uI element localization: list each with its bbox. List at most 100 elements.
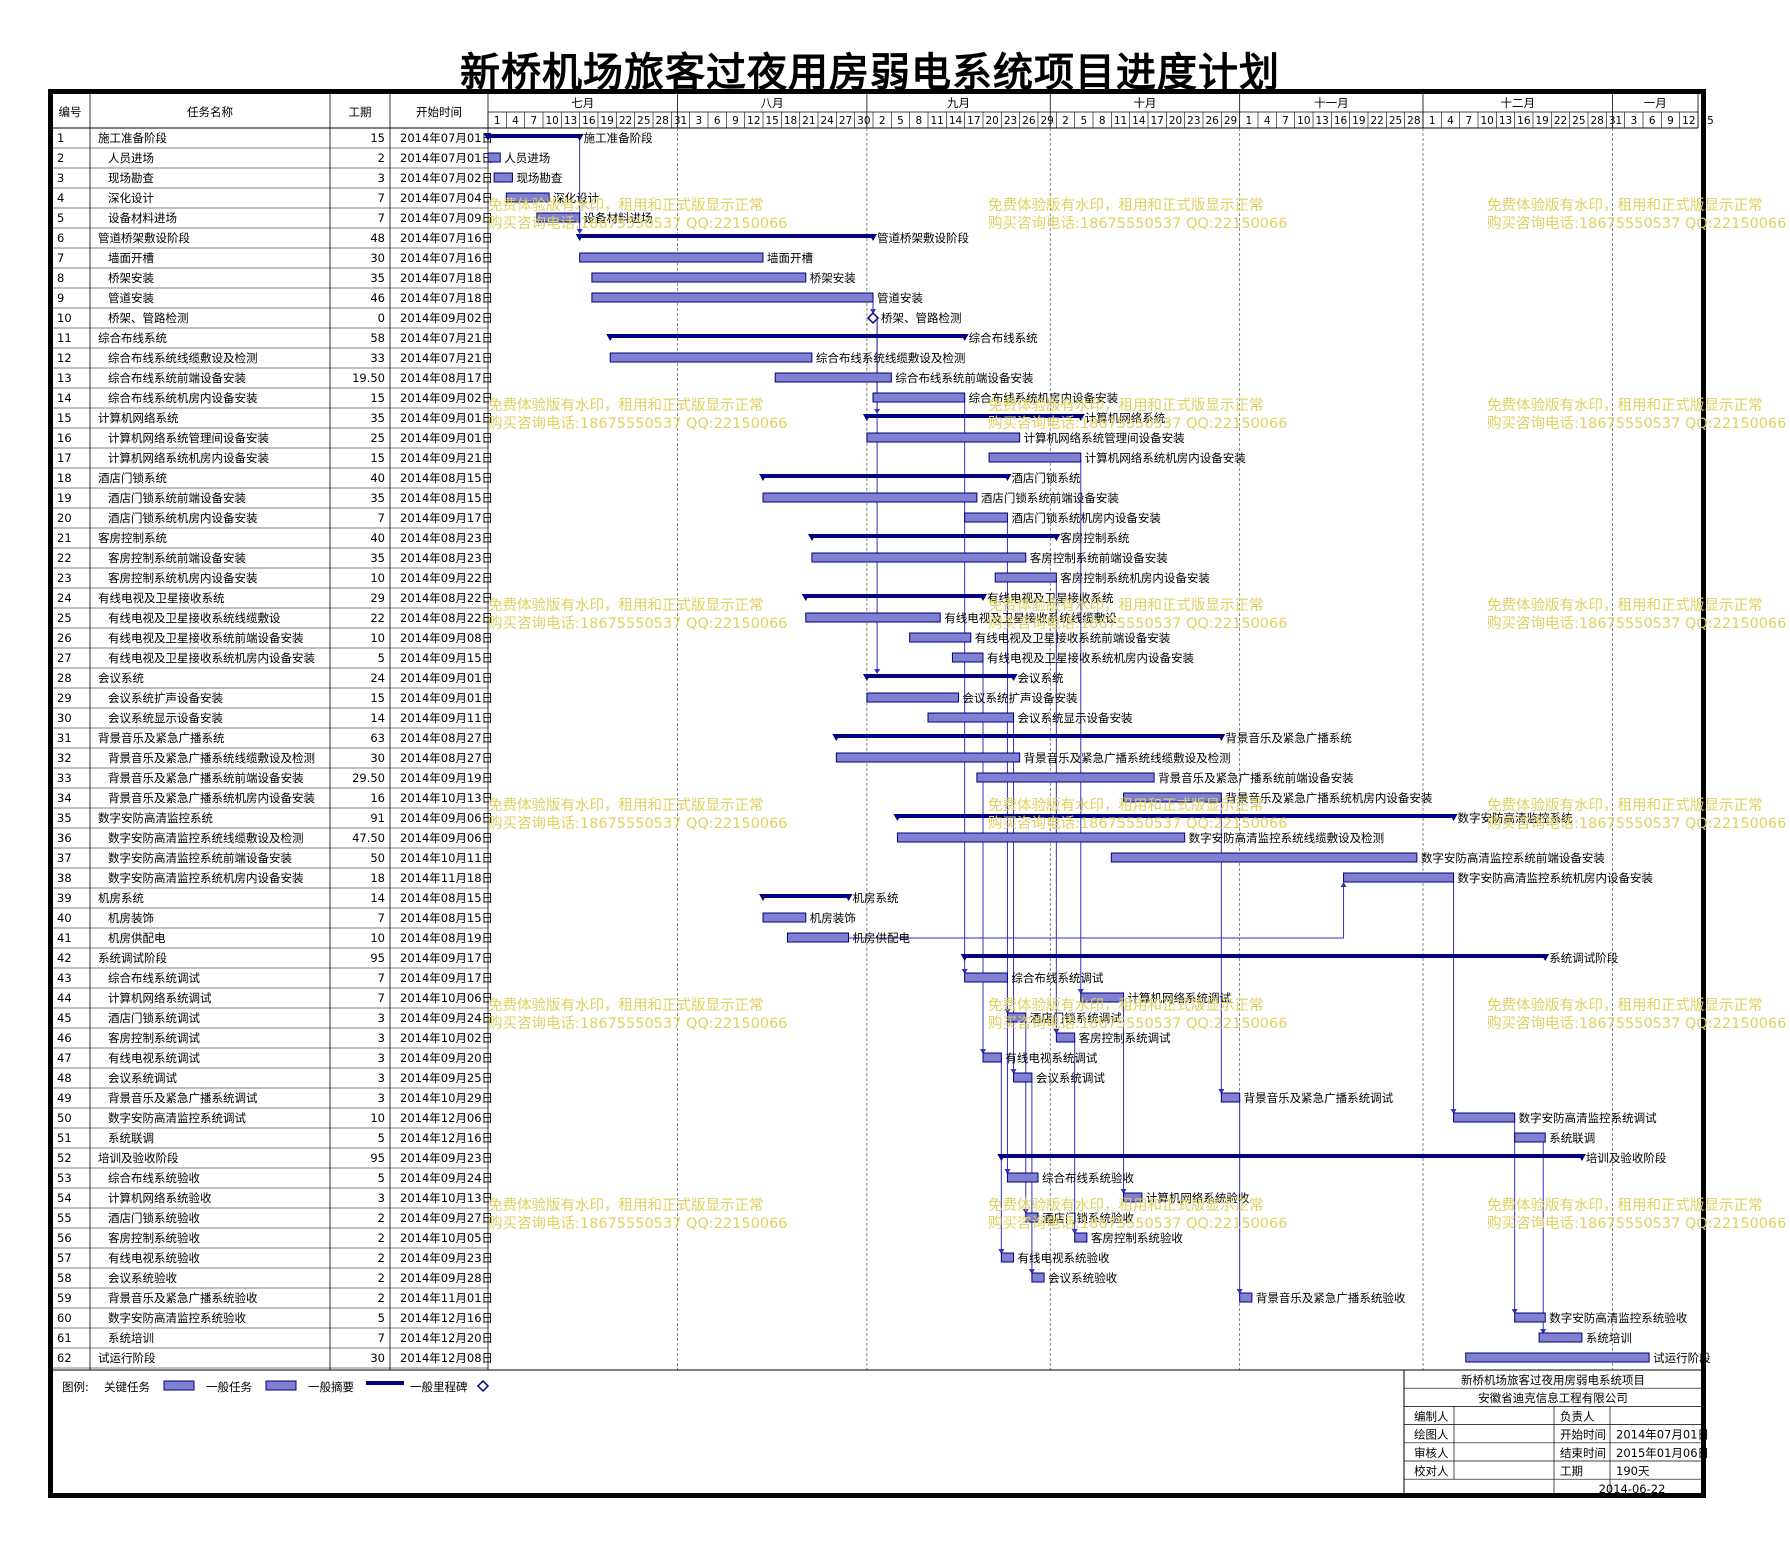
row-name: 客房控制系统前端设备安装 [108,551,246,565]
row-duration: 35 [370,491,385,505]
task-bar [1220,1092,1241,1103]
day-label: 1 [1245,115,1252,127]
day-label: 21 [802,115,815,127]
row-duration: 18 [370,871,385,885]
row-id: 18 [57,471,72,485]
row-id: 50 [57,1111,72,1125]
row-start: 2014年10月11日 [400,851,493,865]
row-duration: 35 [370,411,385,425]
row-name: 管道桥架敷设阶段 [98,231,190,245]
row-id: 62 [57,1351,72,1365]
day-label: 8 [915,115,922,127]
row-id: 3 [57,171,64,185]
row-start: 2014年07月04日 [400,191,493,205]
row-id: 16 [57,431,72,445]
bar-label: 会议系统调试 [1036,1071,1105,1085]
legend-summary-swatch [366,1381,404,1385]
task-bar [1343,872,1455,883]
watermark-line1: 免费体验版有水印，租用和正式版显示正常 [988,197,1264,214]
info-label: 负责人 [1560,1409,1595,1423]
bar-label: 有线电视及卫星接收系统机房内设备安装 [987,651,1194,665]
row-start: 2014年07月18日 [400,271,493,285]
day-label: 27 [839,115,852,127]
row-duration: 48 [370,231,385,245]
day-label: 15 [1700,115,1713,127]
task-bar [591,292,874,303]
row-id: 45 [57,1011,72,1025]
info-label: 绘图人 [1414,1428,1449,1442]
row-start: 2014年09月23日 [400,1151,493,1165]
header-id: 编号 [59,105,82,119]
bar-label: 会议系统验收 [1048,1271,1117,1285]
row-duration: 30 [370,751,385,765]
row-start: 2014年10月05日 [400,1231,493,1245]
watermark-line2: 购买咨询电话:18675550537 QQ:22150066 [488,1015,788,1032]
row-start: 2014年07月01日 [400,151,493,165]
row-name: 背景音乐及紧急广播系统调试 [108,1091,258,1105]
row-duration: 5 [378,651,385,665]
row-name: 客房控制系统 [98,531,167,545]
bar-label: 背景音乐及紧急广播系统前端设备安装 [1158,771,1354,785]
row-duration: 14 [370,891,385,905]
row-name: 系统调试阶段 [98,951,167,965]
row-id: 22 [57,551,72,565]
row-start: 2014年07月09日 [400,211,493,225]
row-name: 背景音乐及紧急广播系统验收 [108,1291,258,1305]
row-id: 9 [57,291,64,305]
day-label: 4 [1447,115,1454,127]
row-start: 2014年09月19日 [400,771,493,785]
task-bar [1514,1312,1546,1323]
bar-label: 客房控制系统前端设备安装 [1030,551,1168,565]
row-duration: 15 [370,391,385,405]
info-label: 开始时间 [1560,1428,1606,1442]
info-label: 结束时间 [1560,1446,1606,1460]
watermark-line2: 购买咨询电话:18675550537 QQ:22150066 [488,215,788,232]
row-name: 计算机网络系统验收 [108,1191,212,1205]
bar-label: 数字安防高清监控系统线缆敷设及检测 [1189,831,1385,845]
row-start: 2014年08月15日 [400,911,493,925]
info-value: 2015年01月06日 [1616,1446,1709,1460]
info-company: 安徽省迪克信息工程有限公司 [1478,1391,1628,1405]
row-id: 4 [57,191,64,205]
day-label: 31 [674,115,687,127]
row-start: 2014年08月22日 [400,591,493,605]
task-bar [982,1052,1002,1063]
row-id: 19 [57,491,72,505]
row-duration: 40 [370,531,385,545]
day-label: 17 [967,115,980,127]
watermark-line1: 免费体验版有水印，租用和正式版显示正常 [488,797,764,814]
row-start: 2014年07月21日 [400,331,493,345]
legend-critical-swatch [163,1380,195,1391]
bar-label: 客房控制系统机房内设备安装 [1060,571,1210,585]
row-id: 41 [57,931,72,945]
bar-label: 机房装饰 [810,911,856,925]
day-label: 31 [1609,115,1622,127]
row-duration: 16 [370,791,385,805]
row-id: 7 [57,251,64,265]
row-id: 31 [57,731,72,745]
row-start: 2014年08月23日 [400,551,493,565]
row-start: 2014年11月18日 [400,871,493,885]
watermark-line1: 免费体验版有水印，租用和正式版显示正常 [1487,1197,1763,1214]
row-id: 42 [57,951,72,965]
task-bar [1013,1072,1033,1083]
dependency-link [1542,1137,1546,1333]
header-start: 开始时间 [416,105,462,119]
day-label: 7 [530,115,537,127]
row-id: 39 [57,891,72,905]
row-duration: 5 [378,1311,385,1325]
row-id: 23 [57,571,72,585]
row-name: 施工准备阶段 [98,131,167,145]
row-name: 管道安装 [108,291,154,305]
watermark-line1: 免费体验版有水印，租用和正式版显示正常 [1487,197,1763,214]
day-label: 26 [1205,115,1219,127]
row-name: 数字安防高清监控系统调试 [108,1111,246,1125]
day-label: 17 [1150,115,1163,127]
bar-label: 现场勘查 [516,171,562,185]
row-duration: 19.50 [352,371,385,385]
row-name: 数字安防高清监控系统 [98,811,213,825]
row-duration: 25 [370,431,385,445]
bar-label: 数字安防高清监控系统验收 [1549,1311,1687,1325]
row-id: 6 [57,231,64,245]
bar-label: 系统调试阶段 [1549,951,1618,965]
